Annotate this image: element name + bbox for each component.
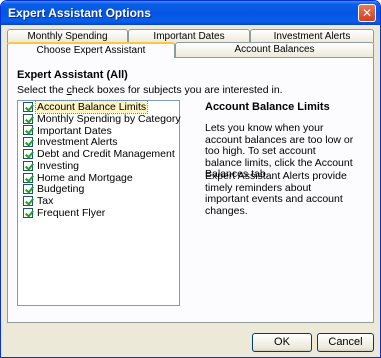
tab-row-1: Monthly Spending Important Dates Investm… — [7, 29, 374, 43]
instructions-suffix: heck boxes for subjects you are interest… — [71, 84, 283, 96]
instructions-prefix: Select the — [17, 84, 67, 96]
close-icon: ✕ — [361, 6, 373, 20]
list-item[interactable]: Tax — [18, 195, 179, 207]
list-item[interactable]: Important Dates — [18, 125, 179, 137]
list-item-label: Frequent Flyer — [37, 207, 106, 220]
list-item[interactable]: Home and Mortgage — [18, 172, 179, 184]
checkbox[interactable] — [23, 149, 33, 160]
tab-account-balances[interactable]: Account Balances — [175, 42, 374, 57]
list-item-label: Debt and Credit Management — [37, 148, 175, 161]
checkbox[interactable] — [23, 160, 33, 171]
tab-investment-alerts[interactable]: Investment Alerts — [250, 29, 374, 43]
list-item-label: Monthly Spending by Category — [37, 112, 181, 125]
list-item[interactable]: Investment Alerts — [18, 136, 179, 148]
list-item[interactable]: Monthly Spending by Category — [18, 112, 181, 125]
instructions-text: Select the check boxes for subjects you … — [17, 84, 283, 96]
list-item-label: Investment Alerts — [37, 136, 118, 149]
checkbox[interactable] — [23, 137, 33, 148]
title-bar[interactable]: Expert Assistant Options ✕ — [1, 1, 380, 25]
checkbox[interactable] — [23, 184, 33, 195]
list-item[interactable]: Frequent Flyer — [18, 207, 179, 219]
tab-choose-expert-assistant[interactable]: Choose Expert Assistant — [7, 42, 175, 58]
dialog-window: Expert Assistant Options ✕ Monthly Spend… — [0, 0, 381, 358]
checkbox[interactable] — [23, 125, 33, 136]
section-title: Expert Assistant (All) — [17, 69, 128, 81]
subject-checklist[interactable]: Account Balance Limits Monthly Spending … — [17, 99, 181, 306]
checkbox[interactable] — [23, 172, 33, 183]
checkbox[interactable] — [23, 196, 33, 207]
checkbox[interactable] — [23, 208, 33, 219]
list-item-label: Account Balance Limits — [34, 99, 149, 114]
detail-note: Expert Assistant Alerts provide timely r… — [205, 170, 347, 217]
tab-row-2: Choose Expert Assistant Account Balances — [7, 42, 374, 58]
tab-important-dates[interactable]: Important Dates — [128, 29, 250, 43]
tab-monthly-spending[interactable]: Monthly Spending — [7, 29, 128, 43]
checkbox[interactable] — [23, 113, 33, 124]
detail-title: Account Balance Limits — [205, 101, 330, 113]
list-item[interactable]: Account Balance Limits — [18, 99, 179, 114]
ok-button[interactable]: OK — [252, 333, 312, 352]
list-item[interactable]: Budgeting — [18, 183, 179, 196]
window-title: Expert Assistant Options — [8, 6, 151, 20]
cancel-button[interactable]: Cancel — [317, 333, 374, 352]
list-item[interactable]: Investing — [18, 160, 179, 172]
list-item[interactable]: Debt and Credit Management — [18, 148, 179, 160]
list-item-label: Investing — [37, 159, 80, 172]
list-item-label: Important Dates — [37, 124, 112, 137]
tab-panel: Expert Assistant (All) Select the check … — [7, 57, 374, 323]
checkbox[interactable] — [23, 101, 33, 112]
list-item-label: Home and Mortgage — [37, 171, 133, 184]
list-item-label: Budgeting — [37, 183, 85, 196]
close-button[interactable]: ✕ — [358, 4, 376, 22]
list-item-label: Tax — [37, 195, 54, 208]
